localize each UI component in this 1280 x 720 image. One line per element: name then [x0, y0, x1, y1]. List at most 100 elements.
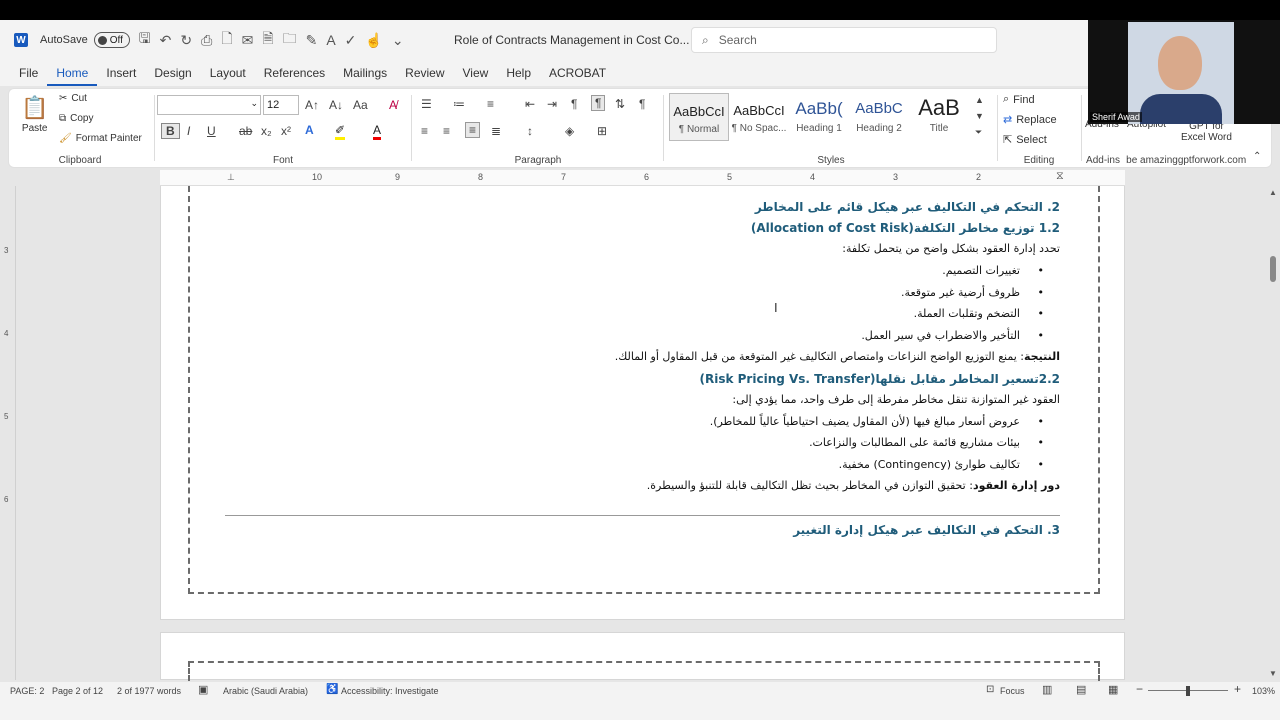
font-color-icon[interactable]: A — [373, 123, 382, 140]
style-no-spacing[interactable]: AaBbCcI ¶ No Spac... — [729, 93, 789, 141]
read-mode-icon[interactable]: ▥ — [1042, 683, 1052, 696]
tab-mailings[interactable]: Mailings — [334, 60, 396, 86]
gpt-button[interactable]: GPT for Excel Word — [1181, 121, 1232, 143]
copy-button[interactable]: ⧉ Copy — [59, 113, 94, 124]
role-paragraph[interactable]: دور إدارة العقود: تحقيق التوازن في المخا… — [647, 479, 1060, 492]
font-size-box[interactable]: 12 — [263, 95, 299, 115]
zoom-level[interactable]: 103% — [1252, 686, 1275, 696]
tab-design[interactable]: Design — [145, 60, 200, 86]
font-name-box[interactable]: ⌄ — [157, 95, 261, 115]
sort-icon[interactable]: ⇅ — [615, 97, 625, 111]
result-paragraph[interactable]: النتيجة: يمنع التوزيع الواضح النزاعات وا… — [615, 350, 1060, 363]
tab-home[interactable]: Home — [47, 60, 98, 86]
italic-button[interactable]: I — [187, 124, 190, 138]
heading-2-1[interactable]: 1.2 توزيع مخاطر التكلفة(Allocation of Co… — [751, 221, 1060, 235]
tab-insert[interactable]: Insert — [97, 60, 145, 86]
bullets-icon[interactable]: ☰ — [421, 97, 432, 111]
tab-help[interactable]: Help — [497, 60, 540, 86]
ltr-icon[interactable]: ¶ — [571, 97, 577, 111]
style-heading-2[interactable]: AaBbC Heading 2 — [849, 93, 909, 141]
styles-scroll-up-icon[interactable]: ▲ — [975, 95, 984, 105]
rtl-icon[interactable]: ¶ — [591, 95, 606, 111]
indent-marker-icon[interactable]: ⧖ — [1056, 170, 1064, 183]
styles-more-icon[interactable]: ⏷ — [975, 127, 982, 138]
subscript-button[interactable]: x₂ — [261, 124, 272, 138]
align-left-icon[interactable]: ≡ — [421, 124, 428, 138]
heading-2-2[interactable]: 2.2تسعير المخاطر مقابل نقلها(Risk Pricin… — [700, 372, 1061, 386]
autosave-toggle[interactable]: Off — [93, 32, 130, 48]
heading-3[interactable]: 3. التحكم في التكاليف عبر هيكل إدارة الت… — [793, 523, 1060, 537]
tab-layout[interactable]: Layout — [201, 60, 255, 86]
vertical-scrollbar[interactable]: ▲ ▼ — [1266, 186, 1280, 680]
scroll-up-icon[interactable]: ▲ — [1269, 188, 1277, 197]
save-icon[interactable]: 🖫 — [139, 28, 151, 52]
underline-button[interactable]: U — [207, 124, 216, 138]
tab-references[interactable]: References — [255, 60, 334, 86]
next-page[interactable] — [160, 632, 1125, 681]
document-title[interactable]: Role of Contracts Management in Cost Co.… — [454, 33, 689, 47]
tab-acrobat[interactable]: ACROBAT — [540, 60, 615, 86]
style-title[interactable]: AaB Title — [909, 93, 969, 141]
format-painter-button[interactable]: 🖌 Format Painter — [59, 133, 142, 144]
shading-icon[interactable]: ◈ — [565, 124, 574, 138]
align-right-icon[interactable]: ≡ — [465, 122, 481, 138]
zoom-out-icon[interactable]: − — [1136, 682, 1143, 696]
highlight-icon[interactable]: ✐ — [335, 123, 346, 140]
increase-indent-icon[interactable]: ⇥ — [547, 97, 557, 111]
cut-button[interactable]: ✂ Cut — [59, 93, 87, 104]
scroll-down-icon[interactable]: ▼ — [1269, 669, 1277, 678]
shrink-font-icon[interactable]: A↓ — [329, 98, 343, 112]
page-count[interactable]: Page 2 of 12 — [52, 686, 103, 696]
tab-file[interactable]: File — [10, 60, 47, 86]
page-indicator[interactable]: PAGE: 2 — [10, 686, 44, 696]
align-center-icon[interactable]: ≡ — [443, 124, 450, 138]
bullet-item[interactable]: تغييرات التصميم. — [942, 264, 1043, 277]
bullet-item[interactable]: بيئات مشاريع قائمة على المطالبات والنزاع… — [809, 436, 1044, 449]
focus-button[interactable]: Focus — [1000, 686, 1025, 696]
proofing-icon[interactable]: ▣ — [198, 683, 208, 696]
text-effects-icon[interactable]: A — [305, 123, 314, 137]
document-page[interactable]: 2. التحكم في التكاليف عبر هيكل قائم على … — [160, 186, 1125, 620]
draw-icon[interactable]: ✎ — [306, 32, 318, 49]
multilevel-list-icon[interactable]: ≡ — [487, 97, 494, 111]
style-heading-1[interactable]: AaBb(Heading 1 — [789, 93, 849, 141]
spelling-icon[interactable]: ✓ — [345, 32, 357, 49]
paragraph-intro-2-1[interactable]: تحدد إدارة العقود بشكل واضح من يتحمل تكل… — [842, 242, 1060, 255]
paragraph-intro-2-2[interactable]: العقود غير المتوازنة تنقل مخاطر مفرطة إل… — [732, 393, 1060, 406]
bullet-item[interactable]: تكاليف طوارئ (Contingency) مخفية. — [839, 458, 1045, 471]
email-icon[interactable]: ✉ — [242, 32, 254, 49]
zoom-slider-thumb[interactable] — [1186, 686, 1190, 696]
search-box[interactable]: ⌕ Search — [691, 27, 997, 53]
accessibility-status[interactable]: Accessibility: Investigate — [341, 686, 439, 696]
redo-icon[interactable]: ↻ — [180, 32, 192, 49]
find-button[interactable]: ⌕ Find — [1003, 93, 1035, 106]
tab-view[interactable]: View — [454, 60, 498, 86]
print-icon[interactable]: ⎙ — [201, 32, 212, 49]
horizontal-ruler[interactable]: ⊥ 10 9 8 7 6 5 4 3 2 ⧖ — [160, 170, 1125, 186]
open-folder-icon[interactable]: 🗀 — [283, 28, 297, 52]
strikethrough-button[interactable]: ab — [239, 124, 252, 138]
print-preview-icon[interactable]: 🗋 — [221, 28, 232, 52]
replace-button[interactable]: ⇄ Replace — [1003, 113, 1057, 127]
show-marks-icon[interactable]: ¶ — [639, 97, 645, 111]
touch-mode-icon[interactable]: ☝ — [365, 32, 382, 49]
zoom-in-icon[interactable]: + — [1234, 682, 1241, 696]
language-indicator[interactable]: Arabic (Saudi Arabia) — [223, 686, 308, 696]
bullet-item[interactable]: التضخم وتقلبات العملة. — [914, 307, 1045, 320]
paste-button[interactable]: 📋 Paste — [21, 95, 48, 134]
line-spacing-icon[interactable]: ↕ — [527, 124, 533, 138]
style-normal[interactable]: AaBbCcI ¶ Normal — [669, 93, 729, 141]
new-document-icon[interactable]: 🗎 — [262, 28, 273, 52]
bullet-item[interactable]: التأخير والاضطراب في سير العمل. — [861, 329, 1043, 342]
vertical-ruler[interactable]: 3 4 5 6 — [0, 186, 16, 680]
clear-formatting-icon[interactable]: A̸ — [389, 98, 397, 112]
superscript-button[interactable]: x² — [281, 124, 291, 138]
word-count[interactable]: 2 of 1977 words — [117, 686, 181, 696]
grow-font-icon[interactable]: A↑ — [305, 98, 319, 112]
undo-icon[interactable]: ↶ — [160, 32, 172, 49]
bold-button[interactable]: B — [161, 123, 180, 139]
customize-qat-icon[interactable]: ⌄ — [392, 32, 404, 49]
collapse-ribbon-icon[interactable]: ⌃ — [1253, 151, 1261, 162]
decrease-indent-icon[interactable]: ⇤ — [525, 97, 535, 111]
borders-icon[interactable]: ⊞ — [597, 124, 607, 138]
